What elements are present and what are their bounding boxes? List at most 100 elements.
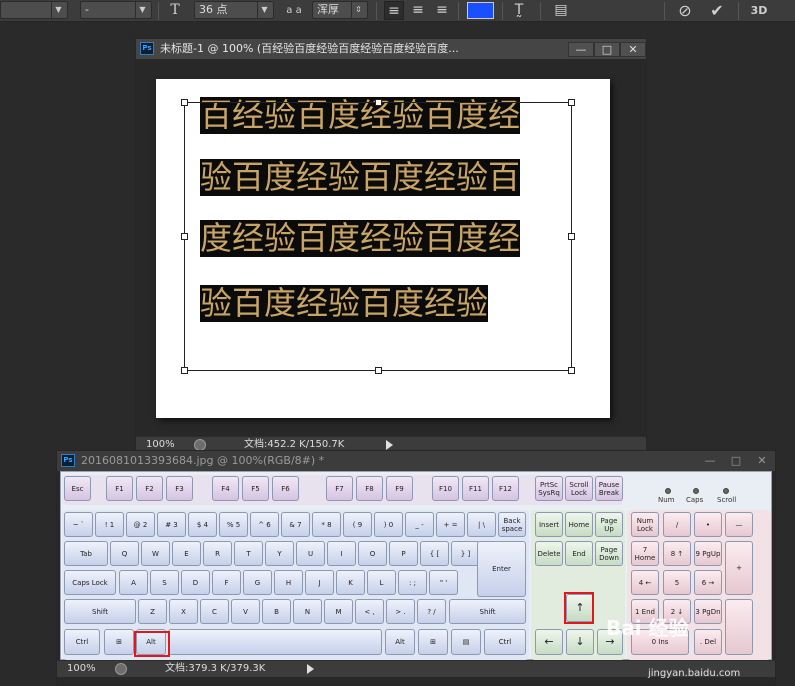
chevron-down-icon: ▼ [257, 2, 271, 18]
key-f8: F8 [356, 476, 383, 501]
transform-handle[interactable] [568, 367, 575, 374]
key-numpad-4: 7 Home [631, 541, 659, 566]
key-row1-11: _ - [405, 512, 434, 537]
font-size-icon: T [170, 2, 180, 18]
font-style-dropdown[interactable]: - ▼ [80, 1, 152, 19]
zoom-level[interactable]: 100% [67, 661, 107, 677]
transform-handle[interactable] [568, 233, 575, 240]
key-row2-3: E [172, 541, 201, 566]
key-row3-1: A [119, 570, 148, 595]
maximize-button[interactable]: □ [723, 454, 749, 469]
key-row3-10: : ; [398, 570, 427, 595]
transform-handle[interactable] [568, 99, 575, 106]
warp-text-icon[interactable]: T̰ [508, 1, 530, 20]
key-f3: F3 [166, 476, 193, 501]
text-color-swatch[interactable] [467, 2, 494, 19]
key-row1-8: * 8 [312, 512, 341, 537]
num-lock-led [665, 488, 671, 494]
key-row2-1: Q [110, 541, 139, 566]
key-row3-5: G [243, 570, 272, 595]
font-size-dropdown[interactable]: 36 点 ▼ [194, 1, 274, 19]
minimize-button[interactable]: — [568, 42, 594, 57]
key-row1-7: & 7 [281, 512, 310, 537]
key-row2-10: P [389, 541, 418, 566]
expand-arrow-icon[interactable] [386, 440, 393, 450]
key-sys-1: Scroll Lock [565, 476, 593, 501]
align-center-icon[interactable]: ≡ [408, 1, 428, 20]
key-row4-2: X [169, 599, 198, 624]
font-family-dropdown[interactable]: ▼ [0, 1, 68, 19]
transform-handle[interactable] [181, 233, 188, 240]
key-numpad-10: 6 → [694, 570, 722, 595]
key-row1-4: $ 4 [188, 512, 217, 537]
window-titlebar[interactable]: Ps 未标题-1 @ 100% (百经验百度经验百度经验百度经验百度... — … [136, 39, 646, 59]
status-icon[interactable] [115, 663, 127, 675]
key-numpad-3: — [725, 512, 753, 537]
key-nav-3: Delete [535, 541, 563, 566]
divider [502, 2, 503, 20]
close-button[interactable]: ✕ [749, 454, 775, 469]
led-label: Scroll [717, 496, 737, 504]
transform-handle[interactable] [181, 99, 188, 106]
key-row1-2: @ 2 [126, 512, 155, 537]
key-row3-11: " ' [429, 570, 458, 595]
key-row1-3: # 3 [157, 512, 186, 537]
key-numpad-enter [725, 599, 753, 655]
key-numpad-13: 3 PgDn [694, 599, 722, 624]
transform-handle[interactable] [375, 99, 382, 106]
key-esc: Esc [64, 476, 91, 501]
key-nav-4: End [565, 541, 593, 566]
maximize-button[interactable]: □ [594, 42, 620, 57]
key-shift-left: Shift [64, 599, 136, 624]
panels-icon[interactable]: ▤ [550, 1, 572, 20]
divider [158, 2, 159, 20]
key-row4-5: B [262, 599, 291, 624]
transform-handle[interactable] [375, 367, 382, 374]
commit-check-icon[interactable]: ✔ [706, 1, 728, 20]
key-nav-5: Page Down [595, 541, 623, 566]
key-f5: F5 [242, 476, 269, 501]
key-row1-10: ) 0 [374, 512, 403, 537]
key-row1-6: ^ 6 [250, 512, 279, 537]
antialias-icon: a a [286, 5, 302, 16]
watermark-url: jingyan.baidu.com [648, 668, 741, 679]
divider [738, 2, 739, 20]
doc-size-info[interactable]: 文档:379.3 K/379.3K [165, 661, 265, 677]
minimize-button[interactable]: — [697, 454, 723, 469]
text-bounding-box[interactable] [181, 99, 575, 374]
key-win-right: ⊞ [418, 629, 448, 655]
divider [458, 2, 459, 20]
key-alt-right: Alt [385, 629, 415, 655]
key-numpad-0: Num Lock [631, 512, 659, 537]
window-titlebar[interactable]: Ps 201608101339368​4.jpg @ 100%(RGB/8#) … [57, 451, 775, 471]
key-row4-6: N [293, 599, 322, 624]
cancel-icon[interactable]: ⊘ [674, 1, 696, 20]
key-sys-2: Pause Break [595, 476, 623, 501]
key-f12: F12 [492, 476, 519, 501]
3d-button[interactable]: 3D [746, 1, 772, 20]
photoshop-icon: Ps [61, 454, 75, 467]
transform-handle[interactable] [181, 367, 188, 374]
key-row3-4: F [212, 570, 241, 595]
close-button[interactable]: ✕ [620, 42, 646, 57]
key-row3-8: K [336, 570, 365, 595]
key-win-left: ⊞ [104, 629, 134, 655]
key-ctrl-left: Ctrl [64, 629, 100, 655]
key-numpad-6: 9 PgUp [694, 541, 722, 566]
window-title: 未标题-1 @ 100% (百经验百度经验百度经验百度经验百度... [160, 42, 459, 55]
led-label: Num [658, 496, 675, 504]
antialias-dropdown[interactable]: 浑厚 ⇕ [312, 1, 368, 19]
key-tab: Tab [64, 541, 108, 566]
align-right-icon[interactable]: ≡ [432, 1, 452, 20]
key-row3-2: S [150, 570, 179, 595]
key-row1-1: ! 1 [95, 512, 124, 537]
align-left-icon[interactable]: ≡ [384, 1, 404, 20]
expand-arrow-icon[interactable] [307, 664, 314, 674]
key-f10: F10 [432, 476, 459, 501]
key-row4-4: V [231, 599, 260, 624]
up-arrow-highlight [564, 592, 594, 624]
key-row1-5: % 5 [219, 512, 248, 537]
key-f2: F2 [136, 476, 163, 501]
key-row2-12: } ] [451, 541, 480, 566]
chevron-down-icon: ▼ [51, 2, 65, 18]
